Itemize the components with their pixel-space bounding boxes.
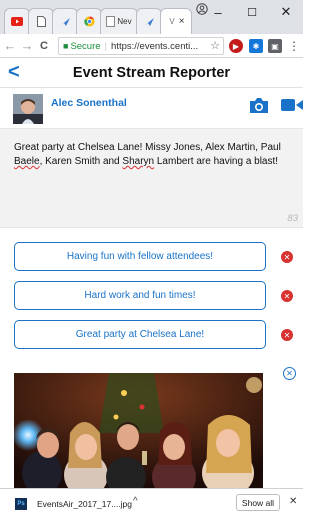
close-window-button[interactable]: ✕	[269, 0, 303, 24]
remove-suggestion-icon[interactable]: ✕	[281, 290, 293, 302]
browser-toolbar: ← → C ■ Secure | https://events.centi...…	[0, 34, 303, 58]
photoshop-file-icon: Ps	[15, 498, 27, 510]
post-text: Great party at Chelsea Lane! Missy Jones…	[14, 141, 298, 169]
back-nav-button[interactable]: ←	[3, 37, 17, 55]
download-options-caret-icon[interactable]: ^	[133, 496, 138, 507]
download-file-name[interactable]: EventsAir_2017_17....jpg	[37, 499, 132, 509]
remove-suggestion-icon[interactable]: ✕	[281, 329, 293, 341]
reload-button[interactable]: C	[37, 37, 51, 55]
lock-icon: ■	[63, 41, 69, 51]
tab-bird[interactable]	[52, 8, 78, 34]
extension-record-icon[interactable]: ▶	[229, 39, 243, 53]
camera-icon[interactable]	[249, 96, 269, 114]
user-row: Alec Sonenthal	[0, 88, 303, 128]
character-counter: 83	[287, 213, 298, 224]
suggestion-button[interactable]: Having fun with fellow attendees!	[14, 242, 266, 271]
party-photo	[14, 373, 263, 488]
post-text-area[interactable]: Great party at Chelsea Lane! Missy Jones…	[0, 128, 303, 228]
youtube-icon	[11, 17, 23, 26]
bird-icon	[144, 17, 154, 26]
tab-youtube[interactable]	[4, 8, 30, 34]
tab-bird-2[interactable]	[136, 8, 162, 34]
menu-kebab-icon[interactable]: ⋮	[287, 39, 301, 53]
app-header: < Event Stream Reporter	[0, 58, 303, 88]
tab-label: Nev	[117, 17, 132, 26]
screen: Nev V × – ☐ ✕ ← → C ■ Secure | https://e…	[0, 0, 303, 515]
tab-label: V	[169, 17, 175, 26]
post-text-part: Great party at Chelsea Lane! Missy Jones…	[14, 142, 281, 153]
tab-close-icon[interactable]: ×	[179, 16, 185, 27]
misspelled-word: Sharyn	[122, 156, 155, 167]
tab-active[interactable]: V ×	[160, 8, 192, 34]
tab-chrome[interactable]	[76, 8, 102, 34]
maximize-button[interactable]: ☐	[235, 0, 269, 24]
video-camera-icon[interactable]	[281, 97, 303, 113]
remove-suggestion-icon[interactable]: ✕	[281, 251, 293, 263]
tab-document[interactable]	[28, 8, 54, 34]
bookmark-star-icon[interactable]: ☆	[210, 39, 220, 52]
suggestion-button[interactable]: Hard work and fun times!	[14, 281, 266, 310]
page-title: Event Stream Reporter	[72, 65, 231, 81]
secure-label: Secure	[70, 40, 101, 52]
address-divider: |	[104, 40, 108, 52]
close-download-bar-icon[interactable]: ✕	[289, 496, 297, 507]
chrome-icon	[83, 16, 94, 27]
extension-gear-icon[interactable]: ✱	[249, 39, 263, 53]
address-bar[interactable]: ■ Secure | https://events.centi... ☆	[58, 37, 224, 55]
tab-new[interactable]: Nev	[100, 8, 138, 34]
document-icon	[36, 16, 46, 27]
avatar	[13, 94, 43, 124]
show-all-button[interactable]: Show all	[236, 494, 280, 511]
remove-photo-icon[interactable]: ✕	[283, 367, 296, 380]
window-controls: – ☐ ✕	[201, 0, 303, 24]
forward-nav-button[interactable]: →	[20, 37, 34, 55]
browser-tab-strip: Nev V × – ☐ ✕	[0, 0, 303, 34]
suggestion-button[interactable]: Great party at Chelsea Lane!	[14, 320, 266, 349]
minimize-button[interactable]: –	[201, 0, 235, 24]
misspelled-word: Baele	[14, 156, 40, 167]
download-bar: Ps EventsAir_2017_17....jpg ^ Show all ✕	[0, 488, 303, 515]
url-text: https://events.centi...	[111, 40, 199, 52]
user-name: Alec Sonenthal	[51, 97, 127, 109]
extension-box-icon[interactable]: ▣	[268, 39, 282, 53]
new-tab-icon	[106, 16, 116, 27]
bird-icon	[60, 17, 70, 26]
post-text-part: , Karen Smith and	[39, 156, 123, 167]
post-text-part: Lambert are having a blast!	[154, 156, 279, 167]
